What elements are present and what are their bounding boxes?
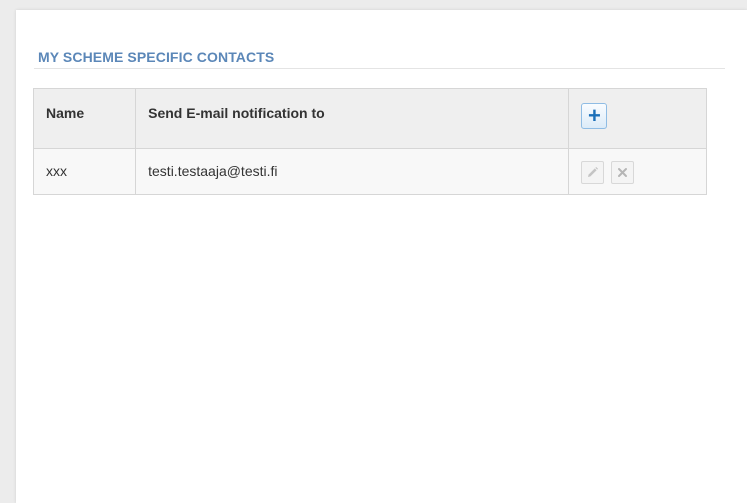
row-actions-cell bbox=[568, 148, 707, 195]
contact-name-cell: xxx bbox=[32, 148, 137, 195]
table-row: xxx testi.testaaja@testi.fi bbox=[32, 148, 707, 195]
delete-contact-button[interactable] bbox=[611, 161, 635, 184]
title-divider bbox=[34, 68, 725, 69]
column-header-name: Name bbox=[32, 88, 137, 149]
add-contact-button[interactable]: + bbox=[581, 103, 608, 129]
edit-contact-button[interactable] bbox=[581, 161, 605, 184]
pencil-icon bbox=[588, 167, 599, 177]
contact-email-cell: testi.testaaja@testi.fi bbox=[135, 148, 570, 195]
section-title: MY SCHEME SPECIFIC CONTACTS bbox=[38, 49, 275, 65]
column-header-actions: + bbox=[568, 88, 707, 149]
plus-icon: + bbox=[587, 103, 601, 128]
close-icon bbox=[618, 168, 628, 177]
table-header-row: Name Send E-mail notification to + bbox=[32, 88, 707, 149]
contacts-panel: MY SCHEME SPECIFIC CONTACTS Name Send E-… bbox=[16, 10, 747, 503]
column-header-email: Send E-mail notification to bbox=[135, 88, 570, 149]
contacts-table: Name Send E-mail notification to + xxx t… bbox=[32, 88, 707, 195]
